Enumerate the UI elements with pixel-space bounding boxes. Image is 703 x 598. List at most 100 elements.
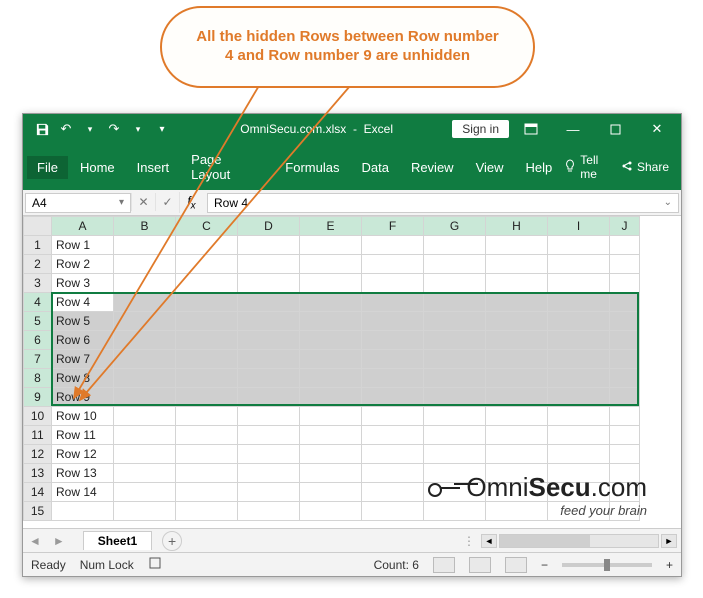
cell[interactable] xyxy=(238,388,300,407)
cell[interactable]: Row 6 xyxy=(52,331,114,350)
cell[interactable] xyxy=(176,312,238,331)
cell[interactable] xyxy=(610,236,640,255)
formula-input[interactable]: Row 4 ⌄ xyxy=(207,193,679,213)
cell[interactable] xyxy=(362,445,424,464)
cell[interactable] xyxy=(114,293,176,312)
scroll-right-icon[interactable]: ► xyxy=(661,534,677,548)
cell[interactable] xyxy=(238,331,300,350)
cell[interactable] xyxy=(548,350,610,369)
cell[interactable]: Row 12 xyxy=(52,445,114,464)
column-header[interactable]: J xyxy=(610,217,640,236)
row-header[interactable]: 2 xyxy=(24,255,52,274)
cell[interactable] xyxy=(610,350,640,369)
cell[interactable] xyxy=(486,331,548,350)
cell[interactable] xyxy=(610,293,640,312)
cell[interactable] xyxy=(610,255,640,274)
row-header[interactable]: 9 xyxy=(24,388,52,407)
cell[interactable] xyxy=(486,369,548,388)
scroll-track[interactable] xyxy=(499,534,659,548)
cell[interactable] xyxy=(424,331,486,350)
cell[interactable] xyxy=(362,388,424,407)
cell[interactable] xyxy=(176,350,238,369)
tab-page-layout[interactable]: Page Layout xyxy=(181,148,273,186)
cell[interactable] xyxy=(610,445,640,464)
enter-icon[interactable]: ✓ xyxy=(155,193,179,211)
cell[interactable] xyxy=(486,350,548,369)
cell[interactable] xyxy=(486,445,548,464)
column-header[interactable]: A xyxy=(52,217,114,236)
view-page-layout-icon[interactable] xyxy=(469,557,491,573)
fx-icon[interactable]: fx xyxy=(179,192,203,213)
chevron-down-icon[interactable]: ▾ xyxy=(119,197,124,208)
cell[interactable] xyxy=(610,274,640,293)
cell[interactable] xyxy=(176,464,238,483)
cell[interactable] xyxy=(300,502,362,521)
cell[interactable] xyxy=(238,255,300,274)
cell[interactable] xyxy=(548,255,610,274)
cell[interactable] xyxy=(424,445,486,464)
cell[interactable] xyxy=(424,236,486,255)
cell[interactable] xyxy=(486,388,548,407)
row-header[interactable]: 1 xyxy=(24,236,52,255)
cell[interactable] xyxy=(114,236,176,255)
cell[interactable]: Row 13 xyxy=(52,464,114,483)
scroll-left-icon[interactable]: ◄ xyxy=(481,534,497,548)
cell[interactable] xyxy=(486,255,548,274)
tab-help[interactable]: Help xyxy=(516,156,563,179)
column-header[interactable]: D xyxy=(238,217,300,236)
cell[interactable] xyxy=(548,407,610,426)
row-header[interactable]: 13 xyxy=(24,464,52,483)
cell[interactable] xyxy=(300,445,362,464)
cell[interactable] xyxy=(362,464,424,483)
view-page-break-icon[interactable] xyxy=(505,557,527,573)
cell[interactable] xyxy=(114,464,176,483)
scroll-thumb[interactable] xyxy=(500,535,590,547)
column-header[interactable]: G xyxy=(424,217,486,236)
row-header[interactable]: 10 xyxy=(24,407,52,426)
row-header[interactable]: 5 xyxy=(24,312,52,331)
column-header[interactable]: F xyxy=(362,217,424,236)
cell[interactable] xyxy=(238,445,300,464)
cell[interactable] xyxy=(424,388,486,407)
cell[interactable] xyxy=(548,236,610,255)
column-header[interactable]: B xyxy=(114,217,176,236)
row-header[interactable]: 6 xyxy=(24,331,52,350)
cell[interactable] xyxy=(424,350,486,369)
cell[interactable] xyxy=(300,293,362,312)
cell[interactable] xyxy=(424,312,486,331)
cell[interactable] xyxy=(486,236,548,255)
cell[interactable] xyxy=(238,350,300,369)
cell[interactable]: Row 11 xyxy=(52,426,114,445)
cell[interactable] xyxy=(52,502,114,521)
cell[interactable] xyxy=(610,388,640,407)
column-header[interactable]: E xyxy=(300,217,362,236)
select-all-cell[interactable] xyxy=(24,217,52,236)
row-header[interactable]: 8 xyxy=(24,369,52,388)
tab-home[interactable]: Home xyxy=(70,156,125,179)
cell[interactable] xyxy=(238,464,300,483)
cell[interactable] xyxy=(486,312,548,331)
cell[interactable] xyxy=(176,236,238,255)
cell[interactable] xyxy=(114,502,176,521)
cell[interactable] xyxy=(486,426,548,445)
cell[interactable]: Row 10 xyxy=(52,407,114,426)
cell[interactable] xyxy=(362,502,424,521)
cell[interactable] xyxy=(300,312,362,331)
cell[interactable] xyxy=(300,255,362,274)
cell[interactable] xyxy=(176,502,238,521)
cell[interactable] xyxy=(362,274,424,293)
cell[interactable] xyxy=(176,407,238,426)
cell[interactable] xyxy=(114,407,176,426)
view-normal-icon[interactable] xyxy=(433,557,455,573)
row-header[interactable]: 15 xyxy=(24,502,52,521)
cell[interactable]: Row 14 xyxy=(52,483,114,502)
zoom-out-icon[interactable]: − xyxy=(541,558,548,572)
cell[interactable] xyxy=(486,407,548,426)
cell[interactable] xyxy=(300,350,362,369)
cell[interactable] xyxy=(548,388,610,407)
cell[interactable] xyxy=(424,407,486,426)
tab-view[interactable]: View xyxy=(466,156,514,179)
cell[interactable] xyxy=(114,312,176,331)
cell[interactable] xyxy=(114,388,176,407)
cell[interactable] xyxy=(424,369,486,388)
